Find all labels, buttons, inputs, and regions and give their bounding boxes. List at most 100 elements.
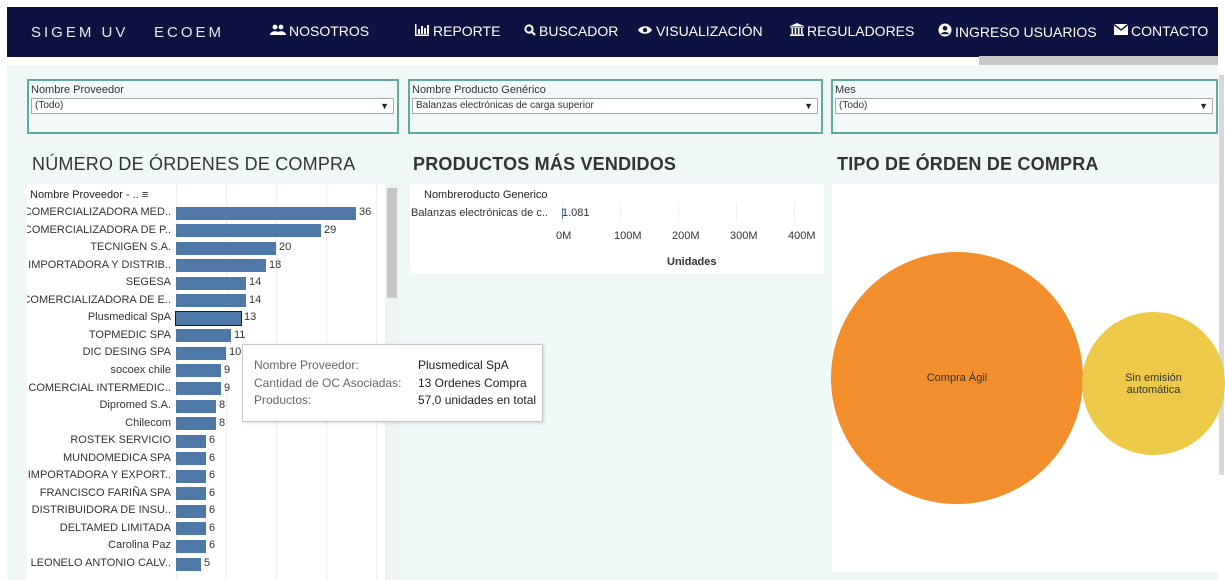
- nav-nosotros[interactable]: NOSOTROS: [270, 23, 369, 39]
- bubble-sin-emision[interactable]: Sin emisión automática: [1082, 312, 1225, 455]
- bar-category-label[interactable]: SEGESA: [126, 276, 171, 288]
- bar-category-label[interactable]: COMERCIALIZADORA MED..: [27, 206, 171, 218]
- bar[interactable]: [562, 208, 563, 219]
- bar-category-label[interactable]: COMERCIAL INTERMEDIC..: [28, 382, 171, 394]
- brand-sigem[interactable]: SIGEM UV: [31, 24, 128, 41]
- gridline: [736, 202, 737, 222]
- bar-value-label: 18: [269, 258, 282, 271]
- filter-label: Nombre Producto Genérico: [412, 84, 546, 96]
- nav-visualizacion[interactable]: VISUALIZACIÓN: [637, 23, 763, 39]
- nav-label: NOSOTROS: [289, 23, 370, 39]
- bar-category-label[interactable]: TOPMEDIC SPA: [89, 329, 171, 341]
- products-x-axis-label: Unidades: [667, 256, 717, 268]
- bar-category-label[interactable]: Carolina Paz: [108, 539, 171, 551]
- bar-category-label[interactable]: Dipromed S.A.: [99, 399, 171, 411]
- bar-value-label: 9: [224, 363, 231, 376]
- bar[interactable]: [176, 399, 216, 413]
- proveedor-select[interactable]: (Todo) ▼: [31, 98, 394, 114]
- bar[interactable]: [176, 224, 321, 238]
- bar-category-label[interactable]: COMERCIALIZADORA DE P..: [27, 224, 171, 236]
- bar[interactable]: [176, 329, 231, 343]
- nav-buscador[interactable]: BUSCADOR: [524, 23, 618, 39]
- bar-category-label[interactable]: IMPORTADORA Y DISTRIB..: [28, 259, 171, 271]
- tooltip-key: Nombre Proveedor:: [254, 358, 359, 372]
- bar-value-label: 14: [249, 293, 262, 306]
- x-tick-label: 300M: [730, 230, 758, 242]
- bar[interactable]: [176, 417, 216, 431]
- producto-select[interactable]: Balanzas electrónicas de carga superior …: [412, 98, 818, 114]
- bar[interactable]: [176, 434, 206, 448]
- order-type-bubble-chart: Compra Ágil Sin emisión automática: [831, 184, 1225, 572]
- bar-category-label[interactable]: MUNDOMEDICA SPA: [63, 452, 171, 464]
- bar-category-label[interactable]: Plusmedical SpA: [88, 311, 171, 323]
- nav-label: INGRESO USUARIOS: [955, 23, 1097, 40]
- bar-category-label[interactable]: TECNIGEN S.A.: [90, 241, 171, 253]
- bar-category-label[interactable]: DIC DESING SPA: [83, 346, 171, 358]
- bar[interactable]: [176, 276, 246, 290]
- nav-label: VISUALIZACIÓN: [656, 23, 763, 39]
- bar[interactable]: [176, 294, 246, 308]
- bar-value-label: 13: [244, 311, 257, 324]
- bar-category-label[interactable]: IMPORTADORA Y EXPORT..: [28, 469, 171, 481]
- tooltip-row: Nombre Proveedor: Plusmedical SpA: [254, 358, 509, 372]
- brand-ecoem[interactable]: ECOEM: [154, 24, 224, 41]
- bar-category-label[interactable]: DISTRIBUIDORA DE INSU..: [32, 504, 171, 516]
- nav-label: REGULADORES: [807, 23, 915, 39]
- bubble-label: Sin emisión automática: [1125, 371, 1182, 396]
- bar[interactable]: [176, 241, 276, 255]
- bar[interactable]: [175, 310, 242, 326]
- x-tick-label: 0M: [556, 230, 572, 242]
- bar-category-label[interactable]: ROSTEK SERVICIO: [70, 434, 171, 446]
- bar-chart-header[interactable]: Nombre Proveedor - .. ≡: [30, 189, 148, 201]
- bar[interactable]: [176, 259, 266, 273]
- bar[interactable]: [176, 206, 356, 220]
- bar-category-label[interactable]: socoex chile: [110, 364, 171, 376]
- tooltip-value: 57,0 unidades en total: [418, 393, 537, 407]
- bar-value-label: 29: [324, 223, 337, 236]
- bar-value-label: 36: [359, 206, 372, 218]
- bubble-compra-agil[interactable]: Compra Ágil: [831, 252, 1083, 504]
- bar[interactable]: [176, 539, 206, 553]
- bar-category-label[interactable]: LEONELO ANTONIO CALV..: [31, 557, 171, 569]
- nav-ingreso-usuarios[interactable]: INGRESO USUARIOS: [938, 23, 1097, 40]
- nav-reporte[interactable]: REPORTE: [414, 23, 500, 39]
- bar-value-label: 6: [209, 539, 216, 552]
- page-scrollbar-thumb[interactable]: [1219, 75, 1224, 475]
- chevron-down-icon[interactable]: ▼: [1199, 99, 1208, 113]
- bar-category-label[interactable]: Chilecom: [125, 417, 171, 429]
- nav-contacto[interactable]: CONTACTO: [1113, 23, 1208, 39]
- bar[interactable]: [176, 382, 221, 395]
- tooltip-row: Productos: 57,0 unidades en total: [254, 393, 536, 407]
- bar[interactable]: [176, 364, 221, 378]
- select-value: (Todo): [839, 100, 868, 111]
- chevron-down-icon[interactable]: ▼: [804, 99, 813, 113]
- chevron-down-icon[interactable]: ▼: [380, 99, 389, 113]
- bar[interactable]: [176, 522, 206, 536]
- product-category-label[interactable]: Balanzas electrónicas de c..: [411, 207, 548, 219]
- product-value-label: 1.081: [562, 207, 590, 219]
- top-navigation: SIGEM UV ECOEM NOSOTROS REPORTE BUSCADOR…: [0, 0, 1225, 65]
- bar[interactable]: [176, 504, 206, 518]
- bar[interactable]: [176, 452, 206, 466]
- search-icon: [524, 23, 536, 39]
- filter-proveedor: Nombre Proveedor (Todo) ▼: [27, 79, 399, 134]
- nav-reguladores[interactable]: REGULADORES: [790, 23, 914, 39]
- bar[interactable]: [176, 469, 206, 483]
- tooltip-value: 13 Ordenes Compra: [418, 376, 527, 390]
- bar-category-label[interactable]: COMERCIALIZADORA DE E..: [27, 294, 171, 306]
- bar[interactable]: [176, 346, 226, 360]
- scrollbar-thumb[interactable]: [387, 188, 397, 298]
- bar[interactable]: [176, 487, 206, 501]
- nav-label: BUSCADOR: [539, 23, 619, 39]
- bar-category-label[interactable]: DELTAMED LIMITADA: [60, 522, 171, 534]
- bar-category-label[interactable]: FRANCISCO FARIÑA SPA: [40, 487, 171, 499]
- bar-value-label: 20: [279, 241, 292, 254]
- bar-value-label: 6: [209, 469, 216, 482]
- mes-select[interactable]: (Todo) ▼: [835, 98, 1213, 114]
- bar[interactable]: [176, 557, 201, 571]
- envelope-icon: [1113, 23, 1128, 38]
- bar-value-label: 6: [209, 434, 216, 447]
- horizontal-scrollbar[interactable]: [979, 56, 1218, 65]
- page-scrollbar[interactable]: [1218, 65, 1225, 580]
- gridline: [794, 202, 795, 222]
